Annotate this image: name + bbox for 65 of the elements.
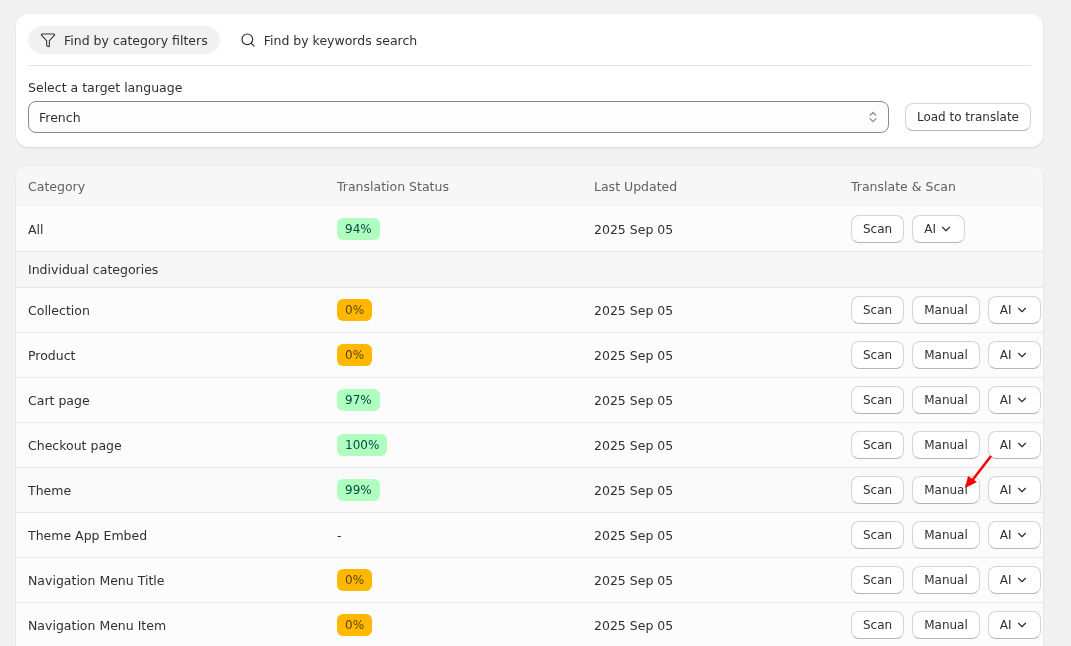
- status-badge: 0%: [337, 614, 373, 636]
- action-button[interactable]: Manual: [912, 521, 980, 549]
- category-cell-text: Cart page: [28, 392, 91, 408]
- status-badge: 0%: [337, 344, 373, 366]
- status-text: -: [337, 527, 343, 543]
- action-button[interactable]: Scan: [851, 521, 905, 549]
- category-cell-text: Checkout page: [28, 437, 123, 453]
- date-cell-text: 2025 Sep 05: [594, 572, 675, 588]
- status-badge: 100%: [337, 434, 388, 456]
- status-badge: 0%: [337, 569, 373, 591]
- category-cell-text: Collection: [28, 302, 91, 318]
- dropdown-button[interactable]: AI: [987, 341, 1041, 369]
- date-cell-text: 2025 Sep 05: [594, 392, 675, 408]
- category-cell-text: Theme: [28, 482, 73, 498]
- category-cell-text: Navigation Menu Item: [28, 617, 168, 633]
- search-icon: [239, 32, 256, 48]
- action-button[interactable]: Scan: [851, 476, 905, 504]
- action-button[interactable]: Scan: [851, 296, 905, 324]
- date-cell-text: 2025 Sep 05: [594, 482, 675, 498]
- category-cell-text: All: [28, 221, 45, 237]
- dropdown-button[interactable]: AI: [987, 386, 1041, 414]
- status-badge: 97%: [337, 389, 380, 411]
- language-select[interactable]: French: [28, 101, 889, 133]
- action-button[interactable]: Manual: [912, 611, 980, 639]
- date-cell-text: 2025 Sep 05: [594, 527, 675, 543]
- action-button[interactable]: Manual: [912, 431, 980, 459]
- search-mode-tab[interactable]: Find by keywords search: [227, 26, 430, 54]
- search-mode-tab[interactable]: Find by category filters: [28, 26, 220, 54]
- action-button[interactable]: Manual: [912, 296, 980, 324]
- dropdown-button[interactable]: AI: [987, 476, 1041, 504]
- status-badge: 99%: [337, 479, 380, 501]
- dropdown-button[interactable]: AI: [987, 431, 1041, 459]
- section-title: Individual categories: [28, 262, 160, 277]
- action-button[interactable]: Scan: [851, 431, 905, 459]
- category-cell-text: Product: [28, 347, 77, 363]
- load-button[interactable]: Load to translate: [904, 103, 1031, 131]
- dropdown-button[interactable]: AI: [987, 611, 1041, 639]
- dropdown-button[interactable]: AI: [912, 215, 965, 243]
- action-button[interactable]: Scan: [851, 341, 905, 369]
- action-button[interactable]: Scan: [851, 611, 905, 639]
- action-button[interactable]: Manual: [912, 386, 980, 414]
- date-cell-text: 2025 Sep 05: [594, 437, 675, 453]
- action-button[interactable]: Scan: [851, 386, 905, 414]
- action-button[interactable]: Manual: [912, 476, 980, 504]
- dropdown-button[interactable]: AI: [987, 521, 1041, 549]
- column-header: Category: [28, 179, 87, 194]
- column-header: Translation Status: [337, 179, 450, 194]
- date-cell-text: 2025 Sep 05: [594, 347, 675, 363]
- date-cell-text: 2025 Sep 05: [594, 221, 675, 237]
- category-cell-text: Theme App Embed: [28, 527, 149, 543]
- status-badge: 94%: [337, 218, 380, 240]
- dropdown-button[interactable]: AI: [987, 566, 1041, 594]
- date-cell-text: 2025 Sep 05: [594, 302, 675, 318]
- field-label: Select a target language: [28, 80, 184, 95]
- filter-icon: [40, 32, 56, 48]
- status-badge: 0%: [337, 299, 373, 321]
- action-button[interactable]: Manual: [912, 566, 980, 594]
- column-header: Translate & Scan: [851, 179, 957, 194]
- category-cell-text: Navigation Menu Title: [28, 572, 166, 588]
- dropdown-button[interactable]: AI: [987, 296, 1041, 324]
- action-button[interactable]: Manual: [912, 341, 980, 369]
- date-cell-text: 2025 Sep 05: [594, 617, 675, 633]
- action-button[interactable]: Scan: [851, 566, 905, 594]
- action-button[interactable]: Scan: [851, 215, 905, 243]
- column-header: Last Updated: [594, 179, 679, 194]
